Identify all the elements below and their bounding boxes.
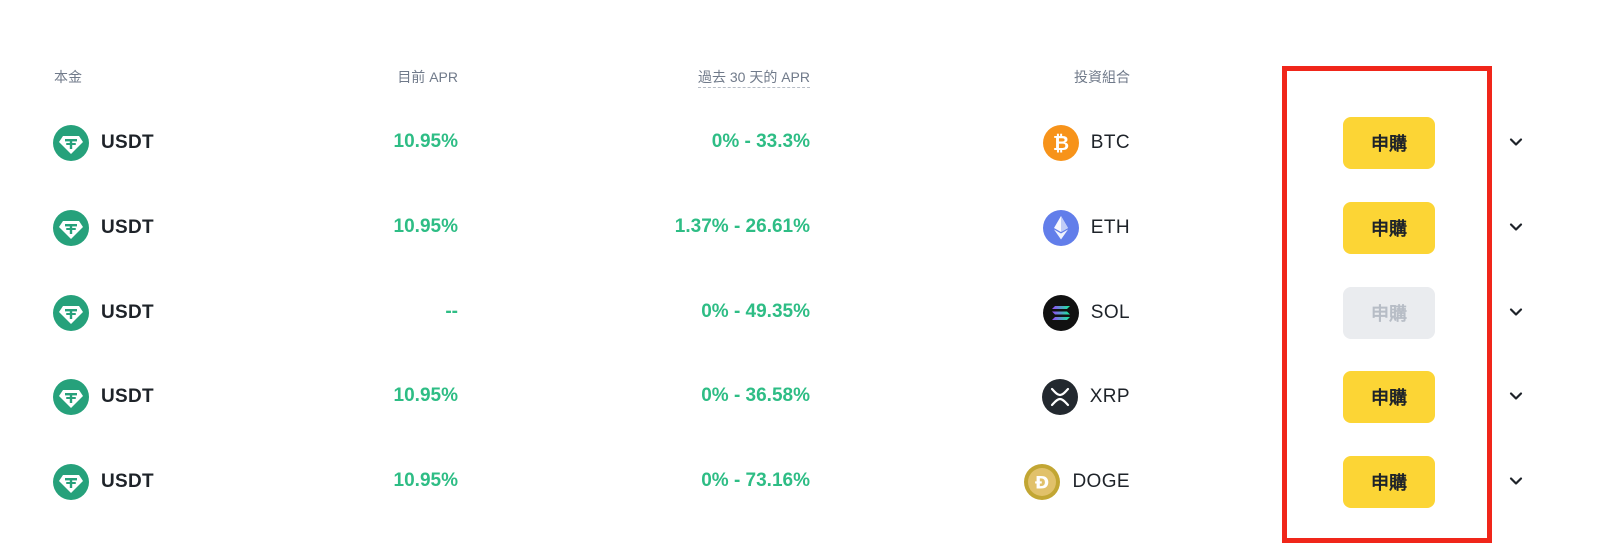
table-row: USDT 10.95% 0% - 73.16% Ð DOGE 申購	[0, 456, 1600, 542]
chevron-down-icon[interactable]	[1509, 474, 1523, 488]
apr-30d-value: 0% - 73.16%	[701, 470, 810, 491]
header-current-apr: 目前 APR	[397, 69, 458, 85]
dogecoin-icon: Ð	[1024, 464, 1061, 500]
table-row: USDT 10.95% 1.37% - 26.61% ETH 申購	[0, 202, 1600, 288]
tether-icon	[53, 464, 89, 500]
asset-name: SOL	[1090, 302, 1130, 323]
coin-cell: USDT	[53, 125, 154, 161]
table-row: USDT -- 0% - 49.35% SOL 申購	[0, 287, 1600, 373]
coin-name: USDT	[101, 386, 154, 407]
coin-cell: USDT	[53, 295, 154, 331]
current-apr-value: --	[445, 301, 458, 322]
earn-products-table: 本金 目前 APR 過去 30 天的 APR 投資組合 USDT 10.95% …	[0, 0, 1600, 559]
svg-text:Ð: Ð	[1035, 474, 1049, 494]
coin-name: USDT	[101, 217, 154, 238]
portfolio-cell: XRP	[1041, 379, 1130, 415]
ethereum-icon	[1042, 210, 1079, 246]
tether-icon	[53, 379, 89, 415]
subscribe-button[interactable]: 申購	[1343, 371, 1435, 423]
tether-icon	[53, 295, 89, 331]
table-row: USDT 10.95% 0% - 33.3% ₿ BTC 申購	[0, 117, 1600, 203]
bitcoin-icon: ₿	[1042, 125, 1079, 161]
chevron-down-icon[interactable]	[1509, 220, 1523, 234]
tether-icon	[53, 210, 89, 246]
apr-30d-value: 1.37% - 26.61%	[674, 216, 810, 237]
portfolio-cell: ₿ BTC	[1042, 125, 1130, 161]
coin-name: USDT	[101, 302, 154, 323]
asset-name: BTC	[1090, 132, 1130, 153]
subscribe-button[interactable]: 申購	[1343, 117, 1435, 169]
current-apr-value: 10.95%	[393, 131, 458, 152]
coin-cell: USDT	[53, 379, 154, 415]
apr-30d-value: 0% - 33.3%	[711, 131, 810, 152]
header-portfolio: 投資組合	[1074, 69, 1130, 85]
coin-cell: USDT	[53, 464, 154, 500]
portfolio-cell: Ð DOGE	[1024, 464, 1130, 500]
current-apr-value: 10.95%	[393, 385, 458, 406]
coin-cell: USDT	[53, 210, 154, 246]
apr-30d-value: 0% - 49.35%	[701, 301, 810, 322]
apr-30d-value: 0% - 36.58%	[701, 385, 810, 406]
chevron-down-icon[interactable]	[1509, 135, 1523, 149]
portfolio-cell: ETH	[1042, 210, 1130, 246]
subscribe-button[interactable]: 申購	[1343, 456, 1435, 508]
xrp-icon	[1041, 379, 1078, 415]
chevron-down-icon[interactable]	[1509, 305, 1523, 319]
coin-name: USDT	[101, 471, 154, 492]
current-apr-value: 10.95%	[393, 216, 458, 237]
solana-icon	[1042, 295, 1079, 331]
asset-name: DOGE	[1072, 471, 1130, 492]
svg-text:₿: ₿	[1053, 131, 1069, 155]
header-principal: 本金	[54, 69, 82, 85]
portfolio-cell: SOL	[1042, 295, 1130, 331]
subscribe-button-disabled: 申購	[1343, 287, 1435, 339]
tether-icon	[53, 125, 89, 161]
table-row: USDT 10.95% 0% - 36.58% XRP 申購	[0, 371, 1600, 457]
coin-name: USDT	[101, 132, 154, 153]
asset-name: ETH	[1090, 217, 1130, 238]
current-apr-value: 10.95%	[393, 470, 458, 491]
subscribe-button[interactable]: 申購	[1343, 202, 1435, 254]
header-apr-30d[interactable]: 過去 30 天的 APR	[697, 68, 810, 88]
asset-name: XRP	[1089, 386, 1130, 407]
chevron-down-icon[interactable]	[1509, 389, 1523, 403]
